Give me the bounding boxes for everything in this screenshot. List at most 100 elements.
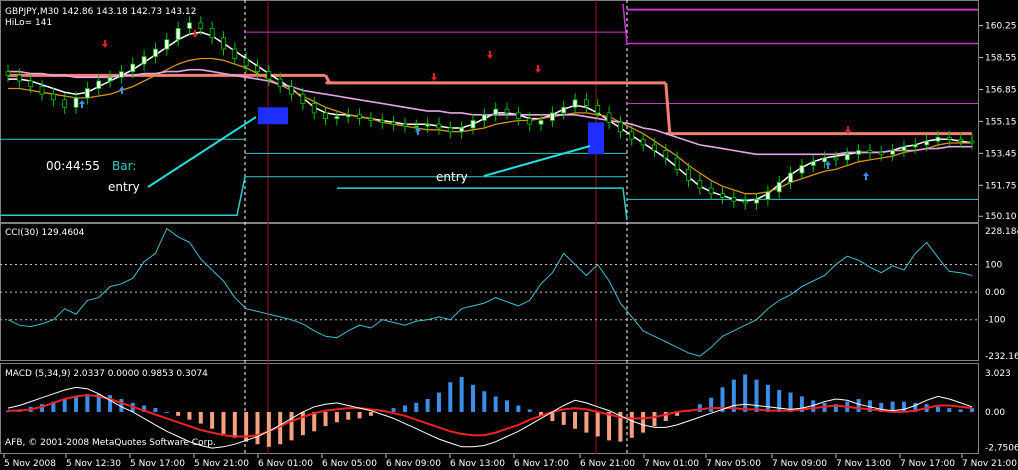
- bear-candle: [277, 78, 283, 88]
- bull-candle: [799, 165, 805, 174]
- bear-candle: [323, 112, 328, 119]
- bear-candle: [720, 193, 725, 198]
- bull-candle: [572, 99, 578, 108]
- macd-histogram-bar: [765, 384, 770, 412]
- bear-candle: [595, 105, 601, 114]
- bear-candle: [311, 103, 317, 114]
- macd-histogram-bar: [300, 411, 305, 436]
- price-tick-label: 150.10: [985, 212, 1017, 222]
- bull-candle: [130, 63, 136, 73]
- macd-histogram-bar: [334, 411, 339, 423]
- entry-label-1: entry: [108, 180, 140, 194]
- macd-histogram-bar: [62, 399, 67, 412]
- time-tick-label: 7 Nov 01:00: [644, 459, 699, 469]
- macd-histogram-bar: [74, 396, 79, 412]
- macd-histogram-bar: [436, 392, 441, 412]
- macd-histogram-bar: [527, 409, 532, 412]
- bull-candle: [776, 182, 782, 193]
- bear-candle: [618, 121, 623, 133]
- bull-candle: [561, 106, 567, 114]
- bull-candle: [935, 136, 941, 142]
- time-tick-label: 6 Nov 13:00: [450, 459, 505, 469]
- macd-histogram-bar: [312, 411, 317, 432]
- bull-candle: [96, 80, 102, 89]
- bear-candle: [652, 144, 657, 151]
- macd-histogram-bar: [357, 411, 362, 419]
- macd-histogram-bar: [629, 411, 634, 438]
- bull-candle: [119, 71, 124, 78]
- bear-candle: [16, 74, 22, 82]
- bear-candle: [5, 71, 11, 76]
- macd-histogram-bar: [958, 409, 963, 412]
- chart-background: [0, 0, 1018, 470]
- time-tick-label: 6 Nov 09:00: [386, 459, 441, 469]
- bull-candle: [345, 114, 351, 118]
- bear-candle: [402, 123, 408, 127]
- hilo-label: HiLo= 141: [5, 18, 52, 28]
- bull-candle: [890, 150, 896, 155]
- macd-histogram-bar: [289, 411, 294, 441]
- bull-candle: [334, 116, 340, 119]
- bear-candle: [708, 187, 714, 195]
- price-tick-label: 151.75: [985, 181, 1017, 191]
- bull-candle: [924, 140, 930, 146]
- macd-histogram-bar: [584, 411, 589, 433]
- entry-label-2: entry: [436, 170, 468, 184]
- macd-histogram-bar: [482, 391, 487, 412]
- macd-histogram-bar: [595, 411, 600, 437]
- bear-candle: [391, 121, 397, 125]
- cci-tick-label: -100: [985, 316, 1006, 326]
- macd-histogram-bar: [425, 399, 430, 412]
- cci-tick-label: 100: [985, 260, 1002, 270]
- bear-candle: [39, 86, 45, 95]
- macd-histogram-bar: [652, 411, 657, 427]
- chart-symbol-header: GBPJPY,M30 142.86 143.18 142.73 143.12: [5, 7, 196, 17]
- bull-candle: [856, 150, 861, 155]
- bear-candle: [243, 58, 249, 67]
- bear-candle: [198, 22, 204, 29]
- time-tick-label: 7 Nov 13:00: [836, 459, 891, 469]
- time-tick-label: 6 Nov 17:00: [514, 459, 569, 469]
- bear-candle: [629, 131, 635, 140]
- price-tick-label: 155.15: [985, 117, 1017, 127]
- macd-histogram-bar: [641, 411, 646, 433]
- time-tick-label: 6 Nov 01:00: [258, 459, 313, 469]
- bear-candle: [697, 180, 703, 189]
- cci-title: CCI(30) 129.4604: [5, 228, 85, 238]
- cci-tick-label: -232.161: [985, 352, 1018, 362]
- macd-histogram-bar: [255, 411, 260, 445]
- macd-histogram-bar: [323, 411, 328, 427]
- macd-histogram-bar: [391, 408, 396, 412]
- bull-candle: [459, 127, 465, 133]
- bull-candle: [425, 123, 431, 127]
- cci-tick-label: 0.00: [985, 288, 1005, 298]
- bull-candle: [187, 22, 192, 29]
- bull-candle: [765, 191, 771, 200]
- macd-histogram-bar: [731, 379, 736, 412]
- bear-candle: [946, 136, 952, 140]
- bear-candle: [867, 150, 873, 153]
- bear-candle: [447, 127, 453, 133]
- macd-histogram-bar: [505, 400, 510, 412]
- macd-histogram-bar: [153, 408, 158, 412]
- bear-candle: [958, 138, 964, 142]
- bull-candle: [413, 125, 419, 128]
- macd-histogram-bar: [221, 411, 226, 434]
- bull-candle: [153, 48, 158, 57]
- time-tick-label: 6 Nov 21:00: [580, 459, 635, 469]
- bear-candle: [833, 157, 839, 161]
- time-tick-label: 5 Nov 12:30: [66, 459, 121, 469]
- bull-candle: [107, 76, 113, 82]
- macd-histogram-bar: [402, 405, 407, 412]
- macd-histogram-bar: [85, 393, 90, 412]
- macd-histogram-bar: [561, 411, 566, 425]
- bull-candle: [844, 153, 850, 161]
- bear-candle: [515, 112, 521, 119]
- macd-tick-label: -2.7506: [985, 443, 1018, 453]
- macd-histogram-bar: [709, 397, 714, 412]
- bear-candle: [266, 71, 272, 80]
- bear-candle: [686, 168, 691, 181]
- bull-candle: [538, 120, 544, 125]
- bull-candle: [73, 97, 79, 108]
- price-tick-label: 160.25: [985, 22, 1017, 32]
